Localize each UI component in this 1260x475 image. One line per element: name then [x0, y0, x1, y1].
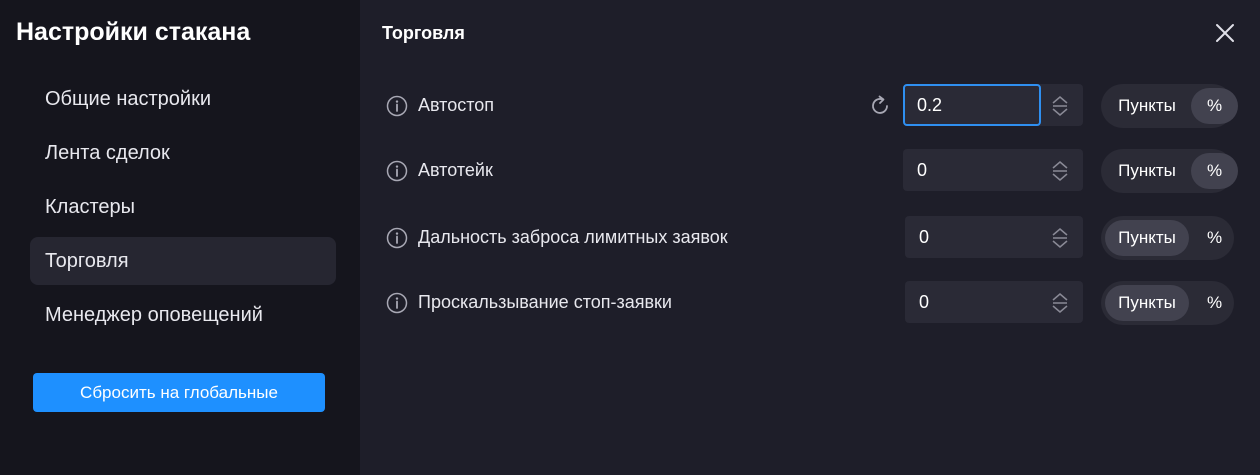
info-icon[interactable] [386, 95, 408, 117]
stepper-icon[interactable] [1050, 291, 1070, 315]
autotake-field [903, 149, 1083, 191]
autostop-unit-toggle: Пункты % [1101, 84, 1238, 128]
info-icon[interactable] [386, 292, 408, 314]
autotake-input[interactable] [903, 149, 1041, 191]
stop-order-slippage-label: Проскальзывание стоп-заявки [418, 292, 672, 312]
stepper-icon[interactable] [1050, 159, 1070, 183]
sidebar: Настройки стакана Общие настройки Лента … [0, 0, 360, 475]
page-title: Торговля [382, 23, 465, 43]
unit-option-points[interactable]: Пункты [1105, 88, 1189, 124]
stepper-icon[interactable] [1050, 94, 1070, 118]
unit-option-percent[interactable]: % [1191, 153, 1238, 189]
stop-order-slippage-field [905, 281, 1083, 323]
sidebar-item-clusters[interactable]: Кластеры [30, 183, 336, 231]
info-icon[interactable] [386, 227, 408, 249]
sidebar-nav: Общие настройки Лента сделок Кластеры То… [30, 75, 336, 345]
autotake-unit-toggle: Пункты % [1101, 149, 1238, 193]
sidebar-item-trading[interactable]: Торговля [30, 237, 336, 285]
info-icon[interactable] [386, 160, 408, 182]
sidebar-item-trades-tape[interactable]: Лента сделок [30, 129, 336, 177]
sidebar-item-alerts-manager[interactable]: Менеджер оповещений [30, 291, 336, 339]
unit-option-percent[interactable]: % [1191, 220, 1238, 256]
setting-row-autostop: Автостоп Пункты % [360, 84, 1260, 128]
stepper-icon[interactable] [1050, 226, 1070, 250]
unit-option-points[interactable]: Пункты [1105, 285, 1189, 321]
setting-row-stop-order-slippage: Проскальзывание стоп-заявки Пункты % [360, 281, 1260, 325]
sidebar-item-general[interactable]: Общие настройки [30, 75, 336, 123]
unit-option-points[interactable]: Пункты [1105, 220, 1189, 256]
refresh-icon[interactable] [868, 94, 892, 118]
unit-option-points[interactable]: Пункты [1105, 153, 1189, 189]
limit-order-distance-field [905, 216, 1083, 258]
stop-order-slippage-input[interactable] [905, 281, 1041, 323]
setting-row-limit-order-distance: Дальность заброса лимитных заявок Пункты… [360, 216, 1260, 260]
main-panel: Торговля Автостоп Пункты % [360, 0, 1260, 475]
sidebar-title: Настройки стакана [16, 18, 251, 46]
limit-order-distance-unit-toggle: Пункты % [1101, 216, 1234, 260]
limit-order-distance-input[interactable] [905, 216, 1041, 258]
unit-option-percent[interactable]: % [1191, 285, 1238, 321]
reset-to-global-button[interactable]: Сбросить на глобальные [33, 373, 325, 412]
autostop-input[interactable] [903, 84, 1041, 126]
close-icon[interactable] [1214, 22, 1236, 44]
autostop-field [903, 84, 1083, 126]
stop-order-slippage-unit-toggle: Пункты % [1101, 281, 1234, 325]
autostop-label: Автостоп [418, 95, 495, 115]
autotake-label: Автотейк [418, 160, 493, 180]
unit-option-percent[interactable]: % [1191, 88, 1238, 124]
limit-order-distance-label: Дальность заброса лимитных заявок [418, 227, 728, 247]
setting-row-autotake: Автотейк Пункты % [360, 149, 1260, 193]
